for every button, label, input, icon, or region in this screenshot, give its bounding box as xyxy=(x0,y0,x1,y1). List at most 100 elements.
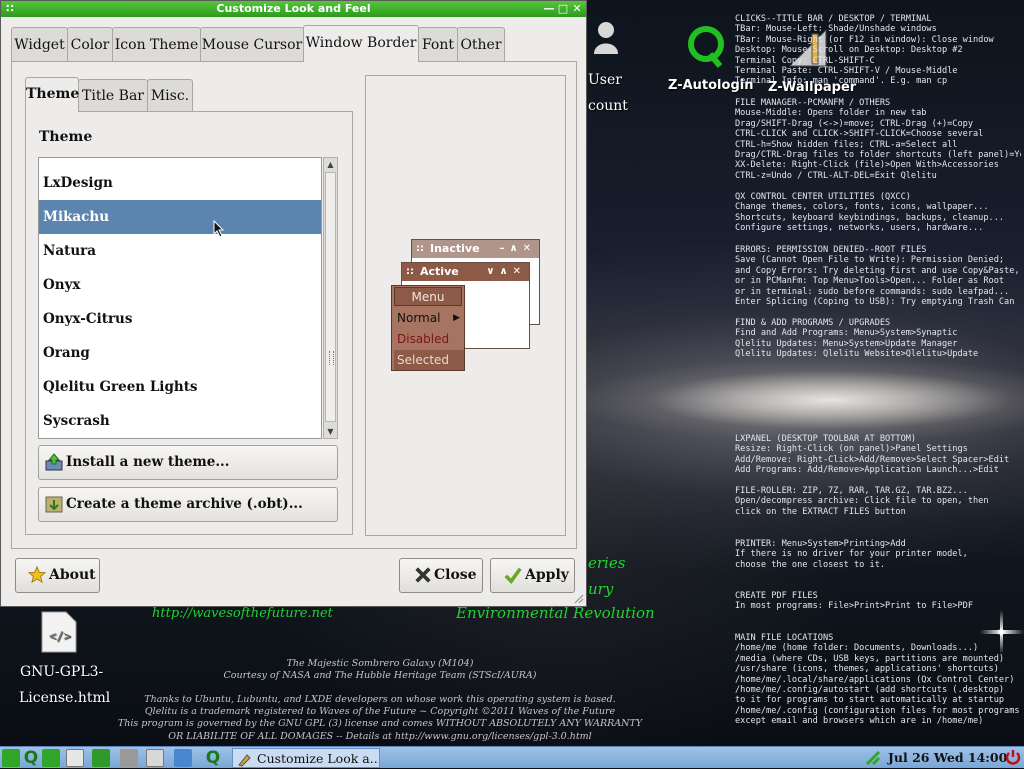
apply-button[interactable]: Apply xyxy=(490,558,575,593)
star-icon xyxy=(28,566,46,584)
resize-grip-icon[interactable] xyxy=(574,594,584,604)
window-titlebar[interactable]: ∷ Customize Look and Feel — □ ✕ xyxy=(1,1,586,17)
clock[interactable]: Jul 26 Wed 14:00 xyxy=(888,747,1007,769)
power-icon[interactable] xyxy=(1004,749,1022,767)
desktop-switcher-icon[interactable] xyxy=(92,749,110,767)
install-theme-button[interactable]: Install a new theme... xyxy=(38,445,338,480)
html-file-icon[interactable]: </> xyxy=(40,610,78,654)
network-icon[interactable] xyxy=(864,749,882,767)
launcher-icon[interactable] xyxy=(42,749,60,767)
subtab-title-bar[interactable]: Title Bar xyxy=(78,79,148,111)
taskbar-window-button[interactable]: Customize Look a... xyxy=(232,748,380,768)
tab-icon-theme[interactable]: Icon Theme xyxy=(112,27,201,61)
help-file-roller: FILE-ROLLER: ZIP, 7Z, RAR, TAR.GZ, TAR.B… xyxy=(735,486,989,517)
create-archive-label: Create a theme archive (.obt)... xyxy=(66,496,303,512)
taskbar-window-label: Customize Look a... xyxy=(257,751,380,766)
about-label: About xyxy=(49,567,96,583)
script-text-1: eries xyxy=(588,554,626,572)
svg-text:</>: </> xyxy=(49,629,71,643)
list-item[interactable]: Syscrash xyxy=(39,404,321,438)
help-qxcc: QX CONTROL CENTER UTILITIES (QXCC) Chang… xyxy=(735,192,1005,234)
preview-menu-normal: Normal ▶ xyxy=(394,308,464,328)
subtab-misc[interactable]: Misc. xyxy=(147,79,193,111)
tab-window-border[interactable]: Window Border xyxy=(303,25,419,62)
minimize-icon[interactable]: — xyxy=(542,2,556,16)
file-manager-icon[interactable] xyxy=(66,749,84,767)
q-menu-icon[interactable]: Q xyxy=(22,749,40,767)
list-item[interactable]: Onyx xyxy=(39,268,321,302)
scroll-up-icon[interactable]: ▲ xyxy=(324,158,337,171)
settings-icon[interactable] xyxy=(120,749,138,767)
maximize-icon[interactable]: □ xyxy=(556,2,570,16)
preview-inactive-titlebar: :: Inactive –∧✕ xyxy=(412,240,539,258)
close-label: Close xyxy=(434,567,477,583)
terminal-icon[interactable] xyxy=(146,749,164,767)
help-pdf: CREATE PDF FILES In most programs: File>… xyxy=(735,591,973,612)
script-text-2: ury xyxy=(588,580,614,598)
preview-inactive-title: Inactive xyxy=(430,242,480,255)
preview-menu-disabled: Disabled xyxy=(397,332,450,346)
help-file-locations: MAIN FILE LOCATIONS /home/me (home folde… xyxy=(735,633,1020,727)
close-button[interactable]: Close xyxy=(399,558,483,593)
apply-label: Apply xyxy=(525,567,569,583)
preview-menu-title: Menu xyxy=(394,287,462,306)
credit-line-5: This program is governed by the GNU GPL … xyxy=(117,718,643,729)
app-menu-icon[interactable] xyxy=(2,749,20,767)
help-file-manager: FILE MANAGER--PCMANFM / OTHERS Mouse-Mid… xyxy=(735,98,1021,181)
preview-menu-normal-label: Normal xyxy=(397,311,441,325)
license-label-1[interactable]: GNU-GPL3- xyxy=(20,664,103,680)
preview-active-title: Active xyxy=(420,265,459,278)
tab-other[interactable]: Other xyxy=(457,27,505,61)
credit-line-3: Thanks to Ubuntu, Lubuntu, and LXDE deve… xyxy=(144,694,616,705)
help-errors: ERRORS: PERMISSION DENIED--ROOT FILES Sa… xyxy=(735,245,1020,308)
help-lxpanel: LXPANEL (DESKTOP TOOLBAR AT BOTTOM) Resi… xyxy=(735,434,1010,476)
scrollbar-thumb[interactable] xyxy=(325,172,336,422)
user-account-icon[interactable] xyxy=(586,20,626,58)
help-find-programs: FIND & ADD PROGRAMS / UPGRADES Find and … xyxy=(735,318,979,360)
taskbar: Q Q Customize Look a... Jul 26 Wed 14:00 xyxy=(0,746,1024,768)
theme-list[interactable]: LxDesign Mikachu Natura Onyx Onyx-Citrus… xyxy=(38,157,322,439)
list-item[interactable]: Natura xyxy=(39,234,321,268)
list-item[interactable]: Onyx-Citrus xyxy=(39,302,321,336)
user-account-label[interactable]: User xyxy=(588,72,622,88)
list-item[interactable]: Orang xyxy=(39,336,321,370)
create-archive-button[interactable]: Create a theme archive (.obt)... xyxy=(38,487,338,522)
preview-controls-icon: ∨∧✕ xyxy=(486,266,526,277)
preview-menu-dots-icon: :: xyxy=(416,243,424,254)
subtab-theme[interactable]: Theme xyxy=(25,77,79,112)
help-clicks: CLICKS--TITLE BAR / DESKTOP / TERMINAL T… xyxy=(735,14,994,87)
credit-line-1: The Majestic Sombrero Galaxy (M104) xyxy=(286,658,474,669)
credit-line-2: Courtesy of NASA and The Hubble Heritage… xyxy=(223,670,537,681)
list-item[interactable]: LxDesign xyxy=(39,166,321,200)
about-button[interactable]: About xyxy=(15,558,100,593)
theme-section-label: Theme xyxy=(39,129,93,145)
close-x-icon xyxy=(415,567,431,583)
credit-line-4: Qlelitu is a trademark registered to Wav… xyxy=(144,706,616,717)
list-item-selected[interactable]: Mikachu xyxy=(39,200,321,234)
q-autologin-icon[interactable] xyxy=(686,24,726,68)
scroll-down-icon[interactable]: ▼ xyxy=(324,425,337,438)
list-item[interactable]: Qlelitu Green Lights xyxy=(39,370,321,404)
tab-widget[interactable]: Widget xyxy=(11,27,68,61)
download-icon[interactable] xyxy=(174,749,192,767)
website-text: http://wavesofthefuture.net xyxy=(152,606,333,621)
archive-icon xyxy=(45,496,63,513)
license-label-2[interactable]: License.html xyxy=(19,690,110,706)
window-title: Customize Look and Feel xyxy=(216,2,371,15)
tab-font[interactable]: Font xyxy=(418,27,458,61)
user-account-label-2[interactable]: count xyxy=(588,98,628,114)
credit-line-6: OR LIABILITE OF ALL DOMAGES -- Details a… xyxy=(168,731,592,742)
preview-menu: Menu Normal ▶ Disabled Selected xyxy=(391,285,465,371)
grip-icon xyxy=(329,351,334,365)
submenu-arrow-icon: ▶ xyxy=(453,313,460,323)
theme-list-scrollbar[interactable]: ▲ ▼ xyxy=(323,157,338,439)
close-icon[interactable]: ✕ xyxy=(570,2,584,16)
tab-color[interactable]: Color xyxy=(67,27,113,61)
install-theme-label: Install a new theme... xyxy=(66,454,230,470)
window-menu-icon[interactable]: ∷ xyxy=(3,2,17,16)
preview-controls-icon: –∧✕ xyxy=(499,243,536,254)
preview-menu-dots-icon: :: xyxy=(406,266,414,277)
preview-active-titlebar: :: Active ∨∧✕ xyxy=(402,263,529,281)
tab-mouse-cursor[interactable]: Mouse Cursor xyxy=(200,27,304,61)
qx-control-center-icon[interactable]: Q xyxy=(204,749,222,767)
